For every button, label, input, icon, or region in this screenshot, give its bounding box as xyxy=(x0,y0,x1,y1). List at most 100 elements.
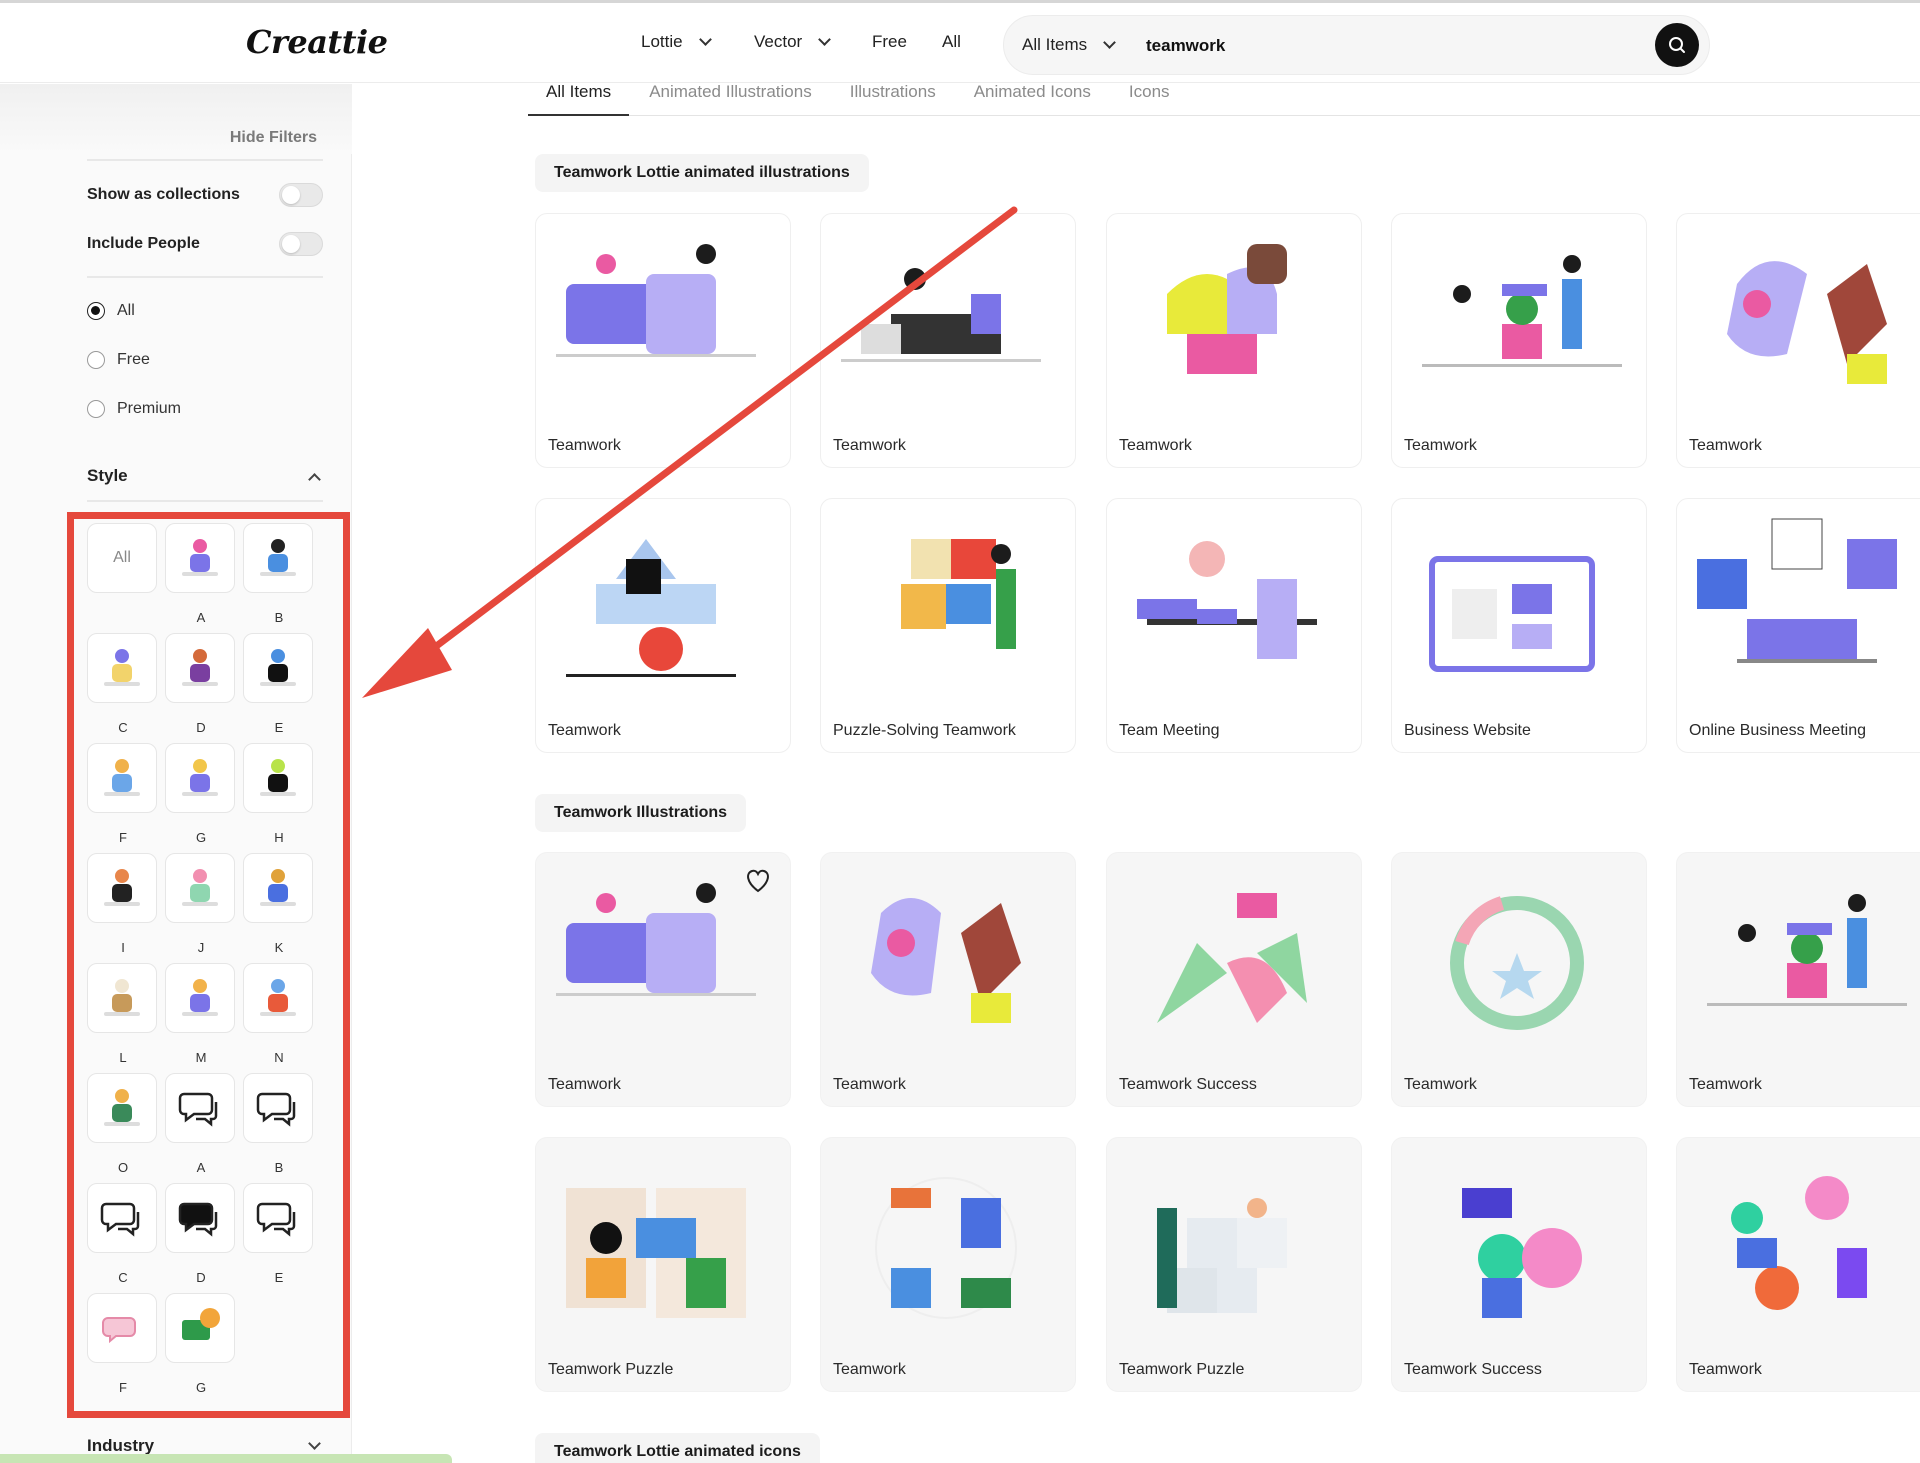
search-type-dropdown[interactable]: All Items xyxy=(1022,35,1117,55)
style-option[interactable]: F xyxy=(87,1293,157,1395)
logo[interactable]: Creattie xyxy=(246,23,388,61)
asset-title: Business Website xyxy=(1404,722,1531,739)
chat-icon xyxy=(100,1202,140,1237)
style-option[interactable]: E xyxy=(243,1183,313,1285)
tab-animated-illustrations[interactable]: Animated Illustrations xyxy=(649,82,812,116)
style-option[interactable]: D xyxy=(165,1183,235,1285)
pricing-radio-all[interactable]: All xyxy=(87,302,135,320)
style-option-label: A xyxy=(196,610,206,625)
illustration-image xyxy=(1462,1188,1582,1318)
asset-card[interactable]: Teamwork xyxy=(1391,852,1647,1107)
asset-card[interactable]: Teamwork xyxy=(535,852,791,1107)
illustration-image xyxy=(1450,896,1584,1030)
radio-icon xyxy=(87,351,105,369)
asset-card[interactable]: Teamwork Success xyxy=(1106,852,1362,1107)
asset-card[interactable]: Teamwork Puzzle xyxy=(535,1137,791,1392)
category-tabs: All Items Animated Illustrations Illustr… xyxy=(528,82,1920,116)
style-option[interactable]: B xyxy=(243,523,313,625)
section-title[interactable]: Teamwork Lottie animated icons xyxy=(535,1433,820,1463)
asset-title: Teamwork xyxy=(1404,437,1477,454)
nav-free[interactable]: Free xyxy=(872,32,907,52)
style-option-label: C xyxy=(118,720,128,735)
tab-illustrations[interactable]: Illustrations xyxy=(850,82,936,116)
asset-card[interactable]: Team Meeting xyxy=(1106,498,1362,753)
style-option[interactable]: N xyxy=(243,963,313,1065)
style-thumbnail-image xyxy=(104,979,140,1016)
style-option[interactable]: A xyxy=(165,523,235,625)
tab-all-items[interactable]: All Items xyxy=(528,82,630,116)
style-option[interactable]: G xyxy=(165,1293,235,1395)
illustration-image xyxy=(875,1177,1017,1319)
chat-icon xyxy=(256,1092,296,1127)
illustration-image xyxy=(871,898,1021,1023)
style-option-label: O xyxy=(117,1160,129,1175)
asset-card[interactable]: Teamwork xyxy=(820,213,1076,468)
tab-animated-icons[interactable]: Animated Icons xyxy=(974,82,1091,116)
section-title[interactable]: Teamwork Illustrations xyxy=(535,794,747,832)
asset-card[interactable]: Teamwork xyxy=(820,852,1076,1107)
pricing-label: Free xyxy=(117,351,150,368)
include-people-toggle[interactable] xyxy=(279,232,323,256)
hide-filters-button[interactable]: Hide Filters xyxy=(230,129,317,147)
asset-title: Teamwork Puzzle xyxy=(548,1361,674,1378)
style-option-all[interactable]: All xyxy=(87,523,157,593)
style-option[interactable]: B xyxy=(243,1073,313,1175)
illustration-image xyxy=(1422,255,1622,367)
style-option[interactable]: A xyxy=(165,1073,235,1175)
asset-card[interactable]: Teamwork xyxy=(535,213,791,468)
search-button[interactable] xyxy=(1655,23,1699,67)
radio-selected-icon xyxy=(87,302,105,320)
pricing-radio-premium[interactable]: Premium xyxy=(87,400,181,418)
asset-card[interactable]: Teamwork xyxy=(535,498,791,753)
style-option[interactable]: D xyxy=(165,633,235,735)
asset-card[interactable]: Teamwork Puzzle xyxy=(1106,1137,1362,1392)
style-thumbnail-image xyxy=(260,539,296,576)
pricing-radio-free[interactable]: Free xyxy=(87,351,150,369)
style-option[interactable]: K xyxy=(243,853,313,955)
search-input[interactable] xyxy=(1146,31,1626,61)
style-option[interactable]: I xyxy=(87,853,157,955)
style-option[interactable]: G xyxy=(165,743,235,845)
style-option-label: E xyxy=(274,1270,284,1285)
illustration-image xyxy=(1157,1198,1287,1313)
include-people-label: Include People xyxy=(87,235,200,252)
tab-icons[interactable]: Icons xyxy=(1129,82,1170,116)
asset-card[interactable]: Puzzle-Solving Teamwork xyxy=(820,498,1076,753)
asset-title: Teamwork xyxy=(1689,437,1762,454)
style-option[interactable]: E xyxy=(243,633,313,735)
style-option-label: F xyxy=(119,830,127,845)
heart-icon[interactable] xyxy=(744,867,772,893)
illustration-image xyxy=(1429,556,1595,672)
asset-card[interactable]: Teamwork Success xyxy=(1391,1137,1647,1392)
asset-card[interactable]: Teamwork xyxy=(820,1137,1076,1392)
asset-title: Teamwork xyxy=(833,1361,906,1378)
nav-vector[interactable]: Vector xyxy=(754,32,832,52)
illustration-image xyxy=(1157,893,1307,1023)
divider xyxy=(87,159,323,161)
nav-all[interactable]: All xyxy=(942,32,961,52)
asset-card[interactable]: Teamwork xyxy=(1676,1137,1920,1392)
asset-card[interactable]: Online Business Meeting xyxy=(1676,498,1920,753)
style-option[interactable]: J xyxy=(165,853,235,955)
style-option[interactable]: C xyxy=(87,1183,157,1285)
show-as-collections-toggle[interactable] xyxy=(279,183,323,207)
section-title[interactable]: Teamwork Lottie animated illustrations xyxy=(535,154,869,192)
asset-card[interactable]: Teamwork xyxy=(1106,213,1362,468)
asset-card[interactable]: Teamwork xyxy=(1391,213,1647,468)
asset-card[interactable]: Teamwork xyxy=(1676,852,1920,1107)
pricing-label: All xyxy=(117,302,135,319)
industry-section-header[interactable]: Industry xyxy=(87,1436,323,1456)
style-option[interactable]: O xyxy=(87,1073,157,1175)
style-section-header[interactable]: Style xyxy=(87,466,323,486)
style-option[interactable]: L xyxy=(87,963,157,1065)
asset-card[interactable]: Teamwork xyxy=(1676,213,1920,468)
style-option[interactable]: M xyxy=(165,963,235,1065)
style-option[interactable]: C xyxy=(87,633,157,735)
nav-lottie[interactable]: Lottie xyxy=(641,32,712,52)
style-option[interactable]: H xyxy=(243,743,313,845)
chat-icon xyxy=(178,1202,218,1237)
asset-card[interactable]: Business Website xyxy=(1391,498,1647,753)
style-option-label: G xyxy=(195,830,207,845)
style-thumbnail-image xyxy=(182,869,218,906)
style-option[interactable]: F xyxy=(87,743,157,845)
